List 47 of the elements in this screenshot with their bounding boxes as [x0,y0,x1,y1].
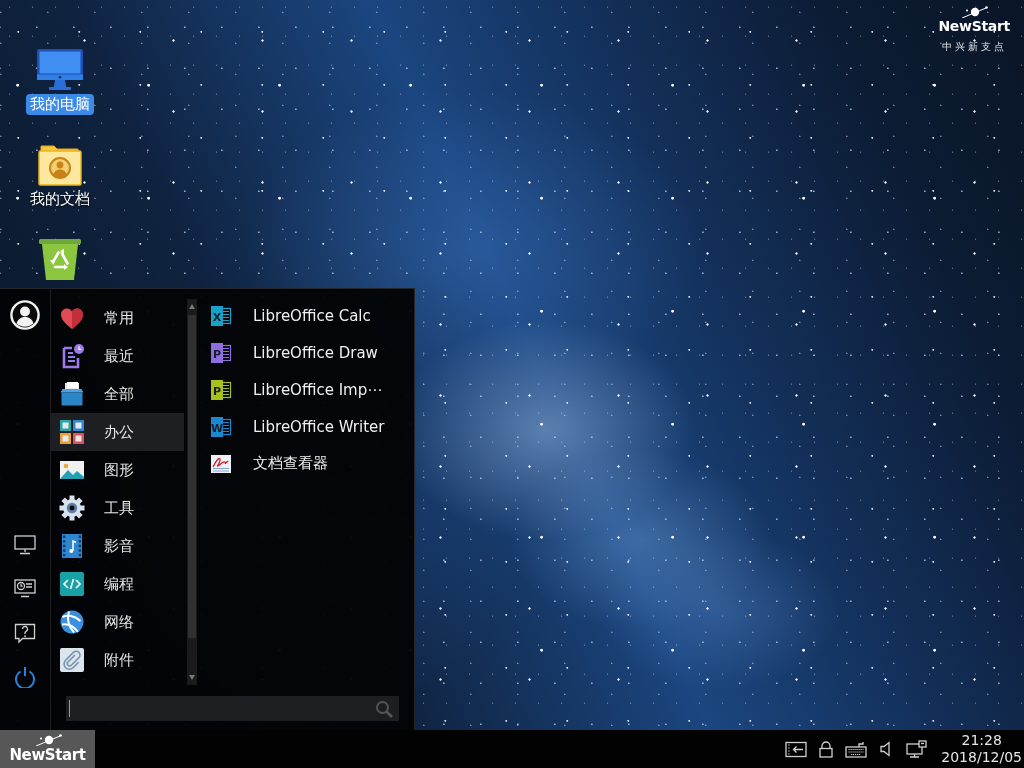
paperclip-icon [59,647,85,673]
film-music-icon [59,533,85,559]
help-icon[interactable] [14,622,36,644]
search-field[interactable] [66,696,399,721]
tiles-icon [59,419,85,445]
brand-name: NewStart [938,18,1010,35]
scroll-up-arrow-icon[interactable] [189,304,195,309]
signed-document-icon [210,452,232,475]
lock-icon[interactable] [819,740,834,758]
category-item[interactable]: 常用 [51,299,184,337]
monitor-clock-icon[interactable] [14,579,36,599]
category-item[interactable]: 全部 [51,375,184,413]
user-avatar-icon[interactable] [10,300,40,330]
category-item[interactable]: 最近 [51,337,184,375]
app-item[interactable]: X LibreOffice Calc [199,297,411,334]
app-item[interactable]: 文档查看器 [199,445,411,482]
app-item[interactable]: P LibreOffice Draw [199,334,411,371]
globe-icon [59,609,85,635]
user-folder-icon[interactable] [36,143,84,187]
desktop-icon-label[interactable]: 我的文档 [26,189,94,210]
category-item[interactable]: 编程 [51,565,184,603]
clock-time: 21:28 [961,732,1002,749]
recycle-bin-icon[interactable] [36,238,84,282]
desktop-icon-label[interactable]: 我的电脑 [26,94,94,115]
scrollbar-track[interactable] [187,299,197,685]
monitor-icon[interactable] [14,535,36,555]
network-computer-icon[interactable] [905,740,927,758]
category-item[interactable]: 办公 [51,413,184,451]
category-item[interactable]: 网络 [51,603,184,641]
category-item[interactable]: 工具 [51,489,184,527]
star-icon [959,6,990,18]
category-item[interactable]: 影音 [51,527,184,565]
app-item[interactable]: W LibreOffice Writer [199,408,411,445]
category-item[interactable]: 图形 [51,451,184,489]
power-icon[interactable] [14,666,36,688]
scrollbar-thumb[interactable] [188,315,196,638]
keyboard-icon[interactable] [845,740,868,758]
brand-tagline: 中兴新支点 [941,41,1007,53]
category-item[interactable]: 附件 [51,641,184,679]
code-icon [59,571,85,597]
start-button[interactable]: NewStart [0,730,95,768]
box-icon [59,381,85,407]
scroll-down-arrow-icon[interactable] [189,675,195,680]
app-item[interactable]: P LibreOffice Imp⋯ [199,371,411,408]
gear-icon [59,495,85,521]
clock-date: 2018/12/05 [941,749,1022,766]
speaker-icon[interactable] [880,741,893,757]
